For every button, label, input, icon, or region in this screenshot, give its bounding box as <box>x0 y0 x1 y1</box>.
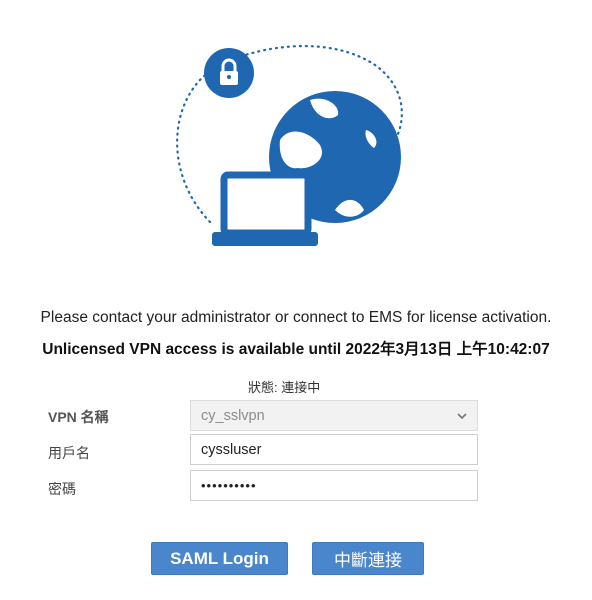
unlicensed-notice-text: Unlicensed VPN access is available until… <box>42 341 550 358</box>
vpn-name-select[interactable]: cy_sslvpn <box>190 400 478 431</box>
password-label: 密碼 <box>48 481 76 497</box>
connection-status-text: 狀態: 連接中 <box>248 380 321 395</box>
username-field[interactable]: cyssluser <box>190 434 478 465</box>
disconnect-button[interactable]: 中斷連接 <box>312 542 424 575</box>
username-value: cyssluser <box>201 441 262 458</box>
license-notice-text: Please contact your administrator or con… <box>40 309 552 326</box>
vpn-name-value: cy_sslvpn <box>201 407 265 424</box>
lock-icon <box>204 48 254 98</box>
saml-login-button[interactable]: SAML Login <box>151 542 288 575</box>
password-value: •••••••••• <box>201 478 257 493</box>
chevron-down-icon <box>457 413 467 420</box>
vpn-illustration-icon <box>176 45 403 246</box>
password-field[interactable]: •••••••••• <box>190 470 478 501</box>
username-label: 用戶名 <box>48 445 90 461</box>
vpn-name-label: VPN 名稱 <box>48 409 109 425</box>
laptop-icon <box>212 171 318 246</box>
